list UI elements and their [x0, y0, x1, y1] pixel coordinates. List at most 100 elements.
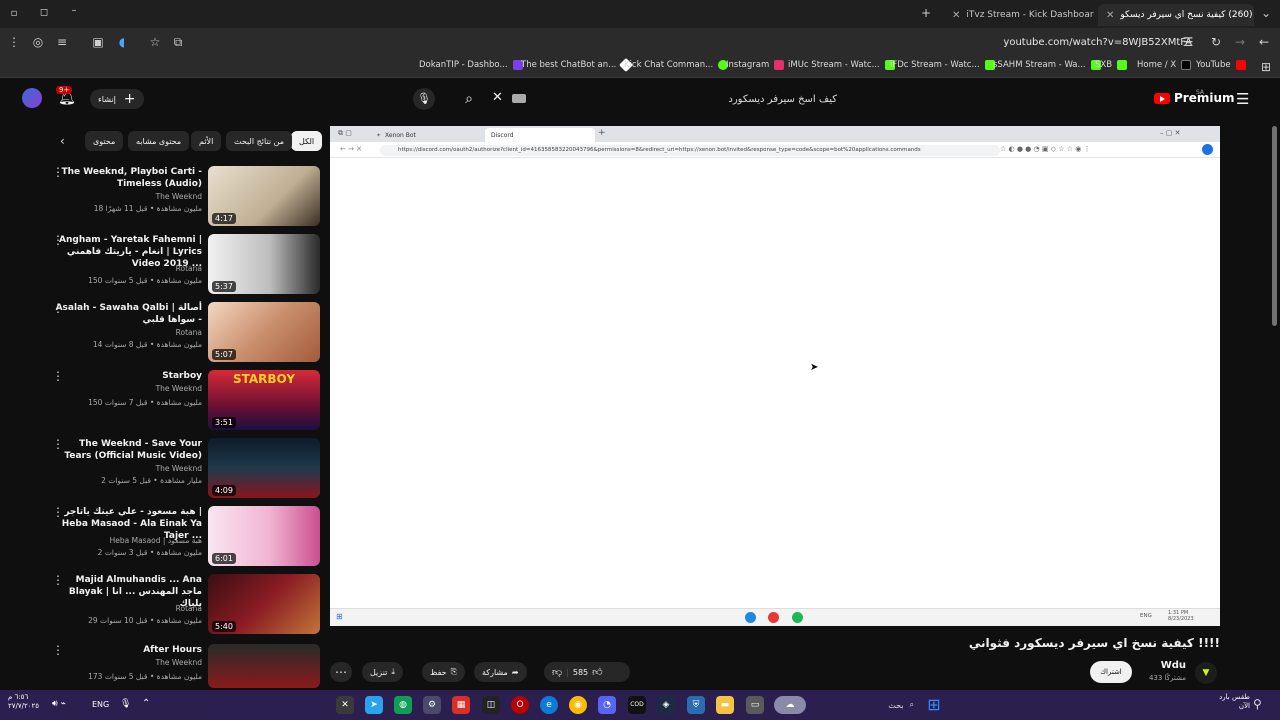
sidebar-icon[interactable]: ▣ — [90, 34, 106, 50]
channel-name[interactable]: The Weeknd — [156, 464, 202, 473]
channel-name[interactable]: Rotana — [176, 604, 202, 613]
chrome-icon[interactable]: ◉ — [569, 696, 587, 714]
video-thumbnail[interactable]: 4:09 — [208, 438, 320, 498]
weather-icon[interactable]: ⚲ — [1253, 697, 1262, 711]
channel-name[interactable]: Wdu — [1144, 660, 1186, 671]
more-actions-button[interactable]: ⋯ — [330, 662, 352, 682]
chip-artist[interactable]: الأثم — [191, 131, 222, 151]
chip-all[interactable]: الكل — [291, 131, 323, 151]
list-item[interactable]: ⋮ After Hours The Weeknd 173 مليون مشاهد… — [50, 644, 320, 688]
channel-name[interactable]: Heba Masaod | هبة مسعود — [110, 536, 202, 545]
list-item[interactable]: ⋮ هبة مسعود - علي عينك ياتاجر | Heba Mas… — [50, 506, 320, 568]
xbox-icon[interactable]: ✕ — [336, 696, 354, 714]
whatsapp-icon[interactable]: ◍ — [394, 696, 412, 714]
channel-avatar[interactable]: ▼ — [1195, 662, 1217, 684]
mic-icon[interactable]: 🎙︎ — [120, 699, 131, 709]
video-title[interactable]: The Weeknd, Playboi Carti - Timeless (Au… — [52, 166, 202, 190]
profile-icon[interactable]: ◎ — [30, 34, 46, 50]
bookmark-item[interactable]: SXB — [1095, 60, 1128, 70]
list-item[interactable]: ⋮ The Weeknd - Save Your Tears (Official… — [50, 438, 320, 500]
video-player[interactable]: ⧉ ▢ ✦ Xenon Bot Discord + – ▢ ✕ ← → ✕ ht… — [330, 126, 1220, 626]
window-icon[interactable]: ▫ — [6, 6, 22, 22]
close-tab-icon[interactable]: ✕ — [1106, 10, 1114, 21]
close-tab-icon[interactable]: ✕ — [952, 10, 960, 21]
bookmark-item[interactable]: iFDc Stream - Watc... — [890, 60, 995, 70]
chip-search-results[interactable]: من نتائج البحث — [226, 131, 293, 151]
download-button[interactable]: تنزيل ⤓ — [362, 662, 403, 682]
windows-start-icon[interactable]: ⊞ — [925, 696, 943, 714]
list-item[interactable]: ⋮ Starboy The Weeknd 150 مليون مشاهدة • … — [50, 370, 320, 432]
create-button[interactable]: إنشاء + — [90, 89, 144, 109]
search-icon[interactable]: ⌕ — [458, 88, 480, 110]
voice-search-icon[interactable]: 🎙︎ — [413, 88, 435, 110]
back-icon[interactable]: ← — [1256, 34, 1272, 50]
list-item[interactable]: ⋮ Asalah - Sawaha Qalbi | أصالة - سواها … — [50, 302, 320, 364]
tab-search-icon[interactable]: ⌄ — [1258, 5, 1274, 21]
audio-icon[interactable]: ◖ — [114, 34, 130, 50]
opera-icon[interactable]: O — [511, 696, 529, 714]
restore-icon[interactable]: ◻ — [36, 5, 52, 21]
new-tab-icon[interactable]: + — [918, 5, 934, 21]
capcut-icon[interactable]: ◫ — [482, 696, 500, 714]
bookmark-item[interactable]: YouTube — [1196, 60, 1246, 70]
video-thumbnail[interactable]: 4:17 — [208, 166, 320, 226]
hamburger-menu-icon[interactable]: ☰ — [1236, 90, 1249, 108]
minimize-icon[interactable]: – — [66, 3, 82, 19]
video-thumbnail[interactable]: 5:07 — [208, 302, 320, 362]
like-icon[interactable]: 👍︎ — [592, 666, 602, 678]
tray-clock[interactable]: ٦:٥٦ م ٢٧/٧/٢٠٢٥ — [8, 693, 48, 711]
reload-icon[interactable]: ↻ — [1208, 34, 1224, 50]
discord-icon[interactable]: ◔ — [598, 696, 616, 714]
video-thumbnail[interactable]: 6:01 — [208, 506, 320, 566]
tab-youtube-video[interactable]: ✕ (260) كيفية نسخ اي سيرفر ديسكو — [1098, 4, 1254, 26]
bookmark-item[interactable]: DokanTIP - Dashbo... — [419, 60, 523, 70]
save-button[interactable]: حفظ ⎘ — [422, 662, 465, 682]
bookmark-item[interactable]: Instagram — [726, 60, 785, 70]
video-title[interactable]: After Hours — [52, 644, 202, 656]
call-of-duty-icon[interactable]: COD — [628, 696, 646, 714]
vpn-shield-icon[interactable]: ⛨ — [687, 696, 705, 714]
channel-name[interactable]: Rotana — [176, 328, 202, 337]
dislike-icon[interactable]: 👎︎ — [552, 666, 562, 678]
list-item[interactable]: ⋮ The Weeknd, Playboi Carti - Timeless (… — [50, 166, 320, 228]
apps-icon[interactable]: ⊞ — [1258, 59, 1274, 75]
tab-kick-dashboard[interactable]: ✕ iTvz Stream - Kick Dashboard — [944, 4, 1094, 26]
video-thumbnail[interactable]: STARBOY 3:51 — [208, 370, 320, 430]
youtube-premium-logo[interactable]: Premium — [1154, 91, 1235, 105]
settings-icon[interactable]: ⚙ — [423, 696, 441, 714]
bookmark-item[interactable]: sSAHM Stream - Wa... — [993, 60, 1101, 70]
chip-content[interactable]: محتوى — [85, 131, 124, 151]
tune-icon[interactable]: ☰ — [1180, 34, 1196, 50]
list-item[interactable]: ⋮ Angham - Yaretak Fahemni | انغام - يار… — [50, 234, 320, 296]
chevron-left-icon[interactable]: ‹ — [60, 134, 65, 148]
weather-widget-icon[interactable]: ☁ — [774, 696, 806, 714]
weather-text[interactable]: طقس بارد الآن — [1205, 693, 1250, 711]
url-bar[interactable]: youtube.com/watch?v=8WJB52XMtFA — [180, 32, 1200, 52]
video-title[interactable]: Asalah - Sawaha Qalbi | أصالة - سواها قل… — [52, 302, 202, 326]
bookmark-item[interactable]: The best ChatBot an... — [521, 57, 634, 73]
chip-related[interactable]: محتوى مشابه — [128, 131, 190, 151]
channel-name[interactable]: Rotana — [176, 264, 202, 273]
video-thumbnail[interactable]: 5:40 — [208, 574, 320, 634]
bookmark-item[interactable]: Home / X — [1137, 60, 1192, 70]
forward-icon[interactable]: → — [1232, 34, 1248, 50]
bookmark-item[interactable]: Kick Chat Comman... — [624, 60, 729, 70]
list-item[interactable]: ⋮ Majid Almuhandis ... Ana Blayak | ماجد… — [50, 574, 320, 636]
avatar[interactable] — [22, 88, 42, 108]
file-explorer-icon[interactable]: ▬ — [716, 696, 734, 714]
extensions-icon[interactable]: ≡ — [54, 34, 70, 50]
app-icon[interactable]: ▭ — [746, 696, 764, 714]
video-title[interactable]: The Weeknd - Save Your Tears (Official M… — [52, 438, 202, 462]
bookmark-star-icon[interactable]: ☆ — [147, 34, 163, 50]
tray-icons[interactable]: 🔊︎ ⌁ — [52, 699, 66, 709]
edge-icon[interactable]: e — [540, 696, 558, 714]
share-button[interactable]: مشاركة ➦ — [474, 662, 527, 682]
video-thumbnail[interactable]: 5:37 — [208, 234, 320, 294]
chevron-up-icon[interactable]: ⌃ — [142, 698, 150, 709]
calendar-icon[interactable]: ▦ — [452, 696, 470, 714]
channel-name[interactable]: The Weeknd — [156, 384, 202, 393]
channel-name[interactable]: The Weeknd — [156, 192, 202, 201]
bookmark-item[interactable]: iMUc Stream - Watc... — [788, 60, 895, 70]
taskbar-search[interactable]: بحث ⌕ — [858, 696, 914, 714]
steam-icon[interactable]: ◈ — [657, 696, 675, 714]
